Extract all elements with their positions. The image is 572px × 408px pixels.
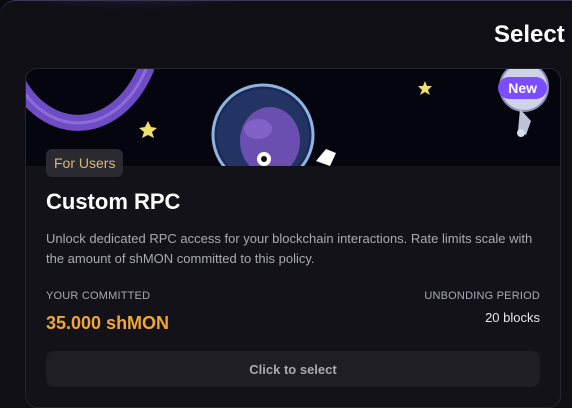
new-badge: New [498, 77, 547, 99]
modal-title: Select a [494, 21, 572, 48]
unbonding-label: UNBONDING PERIOD [424, 290, 540, 302]
audience-tag: For Users [46, 149, 124, 177]
unbonding-value: 20 blocks [485, 310, 540, 325]
policy-card[interactable]: New For Users Custom RPC Unlock dedicate… [25, 68, 561, 408]
policy-select-modal: Select a [0, 0, 572, 408]
background-glow [0, 1, 300, 11]
committed-label: YOUR COMMITTED [46, 290, 151, 302]
committed-value: 35.000 shMON [46, 313, 170, 333]
card-description: Unlock dedicated RPC access for your blo… [46, 231, 533, 266]
card-title: Custom RPC [46, 189, 181, 214]
select-button[interactable]: Click to select [46, 351, 540, 387]
